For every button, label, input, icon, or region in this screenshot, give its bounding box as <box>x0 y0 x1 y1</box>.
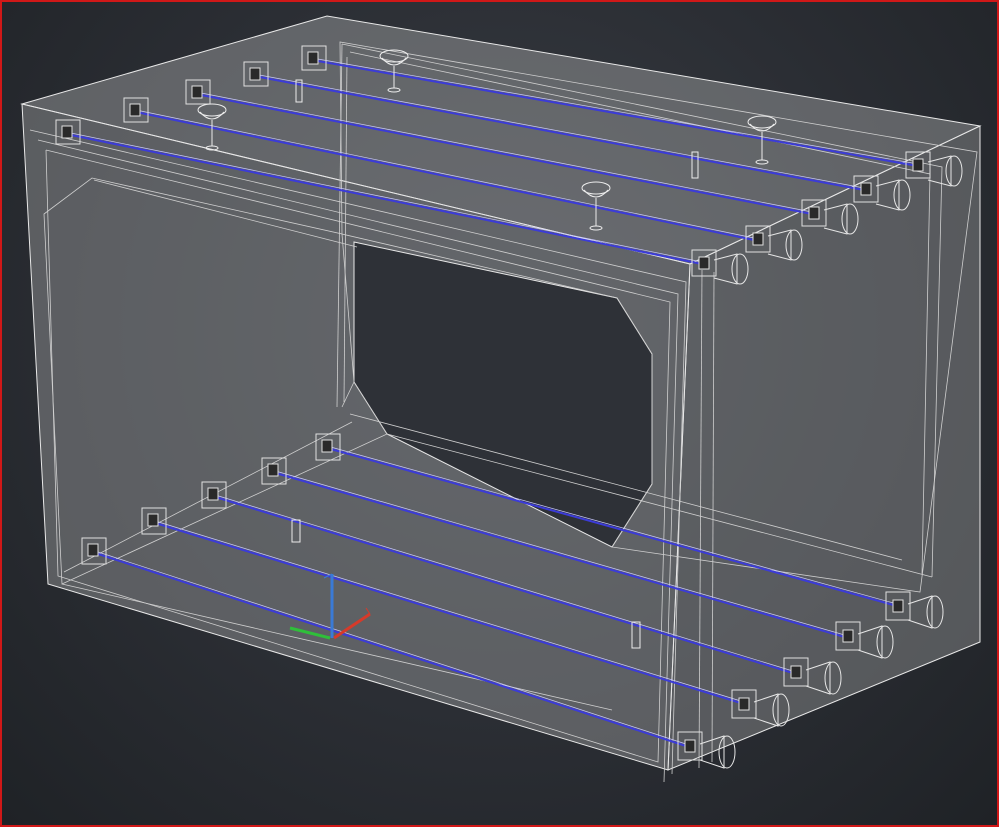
box-culvert-model <box>20 15 982 783</box>
3d-viewport[interactable] <box>0 0 999 827</box>
